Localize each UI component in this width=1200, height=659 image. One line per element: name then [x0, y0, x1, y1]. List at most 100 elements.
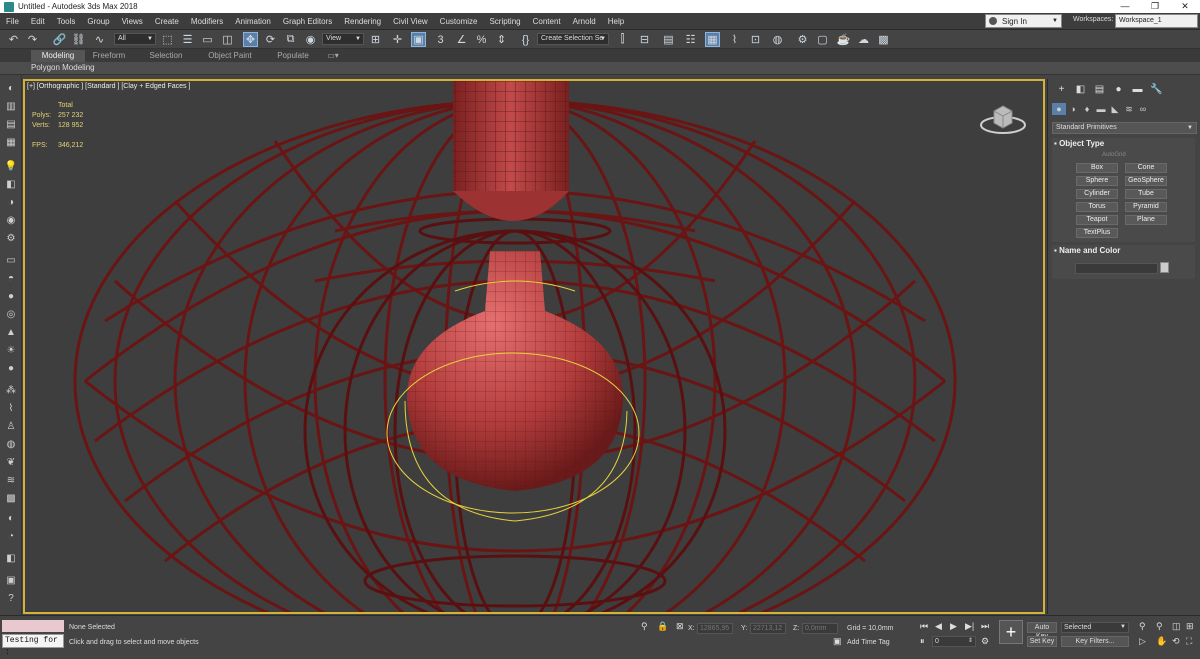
space-warps-icon[interactable]: ≋ [1122, 103, 1136, 115]
pyramid-button[interactable]: Pyramid [1125, 202, 1167, 212]
unlink-icon[interactable]: ⛓ [71, 32, 86, 47]
hierarchy-tab-icon[interactable]: ▤ [1090, 83, 1109, 97]
perspective-viewport[interactable]: [+] [Orthographic ] [Standard ] [Clay + … [23, 79, 1045, 614]
texture-icon[interactable]: ▩ [4, 491, 18, 505]
minimize-button[interactable]: — [1110, 0, 1140, 13]
menu-group[interactable]: Group [81, 17, 115, 26]
set-key-big-button[interactable]: + [999, 620, 1023, 644]
menu-views[interactable]: Views [116, 17, 149, 26]
box-button[interactable]: Box [1076, 163, 1118, 173]
bones-icon[interactable]: ⌇ [4, 401, 18, 415]
systems-icon[interactable]: ∞ [1136, 103, 1150, 115]
help-icon[interactable]: ? [4, 591, 18, 605]
align-icon[interactable]: ⊟ [637, 32, 652, 47]
current-frame-field[interactable]: 0 ⇕ [932, 636, 976, 647]
material-editor-icon[interactable]: ◍ [770, 32, 785, 47]
gold-sphere-icon[interactable]: ● [4, 361, 18, 375]
tab-modeling[interactable]: Modeling [31, 50, 85, 62]
utilities-tab-icon[interactable]: 🔧 [1147, 83, 1166, 97]
maxscript-listener-output[interactable] [2, 620, 64, 632]
modify-tab-icon[interactable]: ◧ [1071, 83, 1090, 97]
particles-icon[interactable]: ⁂ [4, 383, 18, 397]
scene-explorer-icon[interactable]: ▥ [4, 99, 18, 113]
redo-icon[interactable]: ↷ [25, 32, 40, 47]
geosphere-button[interactable]: GeoSphere [1125, 176, 1167, 186]
key-filters-button[interactable]: Key Filters... [1061, 636, 1129, 647]
motion-tab-icon[interactable]: ● [1109, 83, 1128, 97]
window-crossing-icon[interactable]: ◫ [220, 32, 235, 47]
select-scale-icon[interactable]: ⧉ [283, 32, 298, 47]
undo-icon[interactable]: ↶ [6, 32, 21, 47]
scene-explorer-icon[interactable]: ▤ [661, 32, 676, 47]
sphere-button[interactable]: Sphere [1076, 176, 1118, 186]
gauge-icon[interactable]: ◔ [4, 529, 18, 543]
keyboard-shortcut-icon[interactable]: ▣ [411, 32, 426, 47]
toggle-icon[interactable]: ◧ [4, 551, 18, 565]
spinner-snap-icon[interactable]: ⇕ [494, 32, 509, 47]
autogrid-checkbox[interactable]: AutoGrid [1102, 152, 1126, 158]
go-to-end-icon[interactable]: ⏭ [981, 621, 989, 632]
polygon-modeling-label[interactable]: Polygon Modeling [31, 63, 95, 72]
snaps-toggle-icon[interactable]: 3 [433, 32, 448, 47]
hair-icon[interactable]: ≋ [4, 473, 18, 487]
reference-coord-dropdown[interactable]: View ▼ [322, 33, 364, 45]
isolate-selection-icon[interactable]: ⚲ [641, 621, 648, 632]
add-icon[interactable]: ▣ [4, 573, 18, 587]
render-setup-icon[interactable]: ⚙ [795, 32, 810, 47]
torus-icon[interactable]: ◎ [4, 307, 18, 321]
time-config-icon[interactable]: ⚙ [981, 636, 989, 647]
selection-lock-icon[interactable]: 🔒 [657, 621, 668, 632]
cameras-icon[interactable]: ▬ [1094, 103, 1108, 115]
select-rotate-icon[interactable]: ⟳ [263, 32, 278, 47]
render-production-icon[interactable]: ☕ [836, 32, 851, 47]
link-icon[interactable]: 🔗 [52, 32, 67, 47]
previous-frame-icon[interactable]: ◀ [935, 621, 942, 632]
go-to-start-icon[interactable]: ⏮ [920, 621, 928, 632]
ribbon-options-icon[interactable]: ▭▾ [324, 50, 342, 62]
helpers-icon[interactable]: ◣ [1108, 103, 1122, 115]
render-sphere-icon[interactable]: ◐ [4, 511, 18, 525]
biped-icon[interactable]: ♙ [4, 419, 18, 433]
sign-in-button[interactable]: Sign In ▼ [985, 14, 1062, 28]
rect-selection-icon[interactable]: ▭ [200, 32, 215, 47]
teapot-button[interactable]: Teapot [1076, 215, 1118, 225]
geometry-icon[interactable]: ● [1052, 103, 1066, 115]
render-online-icon[interactable]: ▩ [876, 32, 891, 47]
next-frame-icon[interactable]: ▶| [965, 621, 974, 632]
menu-file[interactable]: File [0, 17, 25, 26]
menu-scripting[interactable]: Scripting [483, 17, 526, 26]
set-key-button[interactable]: Set Key [1027, 636, 1057, 647]
create-tab-icon[interactable]: + [1052, 83, 1071, 97]
add-time-tag-button[interactable]: Add Time Tag [847, 639, 890, 646]
menu-create[interactable]: Create [149, 17, 185, 26]
menu-content[interactable]: Content [527, 17, 567, 26]
menu-modifiers[interactable]: Modifiers [185, 17, 229, 26]
object-color-swatch[interactable] [1160, 262, 1169, 273]
camera-icon[interactable]: ◧ [4, 177, 18, 191]
layer-explorer-icon[interactable]: ☷ [683, 32, 698, 47]
layer-manager-icon[interactable]: ▤ [4, 117, 18, 131]
viewcube-icon[interactable] [978, 101, 1028, 141]
tube-button[interactable]: Tube [1125, 189, 1167, 199]
menu-tools[interactable]: Tools [51, 17, 82, 26]
menu-graph-editors[interactable]: Graph Editors [277, 17, 338, 26]
helper-icon[interactable]: ◑ [4, 195, 18, 209]
plane-icon[interactable]: ▭ [4, 253, 18, 267]
menu-rendering[interactable]: Rendering [338, 17, 387, 26]
tab-freeform[interactable]: Freeform [86, 50, 132, 62]
close-button[interactable]: ✕ [1170, 0, 1200, 13]
z-coordinate-field[interactable]: 0,0mm [802, 623, 838, 634]
sun-icon[interactable]: ☀ [4, 343, 18, 357]
menu-arnold[interactable]: Arnold [567, 17, 602, 26]
workspace-dropdown[interactable]: Workspace_1 [1115, 14, 1198, 28]
menu-civil-view[interactable]: Civil View [387, 17, 434, 26]
sphere-icon[interactable]: ● [4, 289, 18, 303]
tab-object-paint[interactable]: Object Paint [200, 50, 260, 62]
torus-button[interactable]: Torus [1076, 202, 1118, 212]
orbit-icon[interactable]: ⟲ [1172, 636, 1180, 647]
object-type-header[interactable]: ▪ Object Type [1052, 138, 1195, 150]
display-icon[interactable]: ▦ [4, 135, 18, 149]
play-icon[interactable]: ▶ [950, 621, 957, 632]
pan-icon[interactable]: ✋ [1156, 636, 1167, 647]
named-selection-set-dropdown[interactable]: Create Selection Se ▼ [537, 33, 609, 45]
